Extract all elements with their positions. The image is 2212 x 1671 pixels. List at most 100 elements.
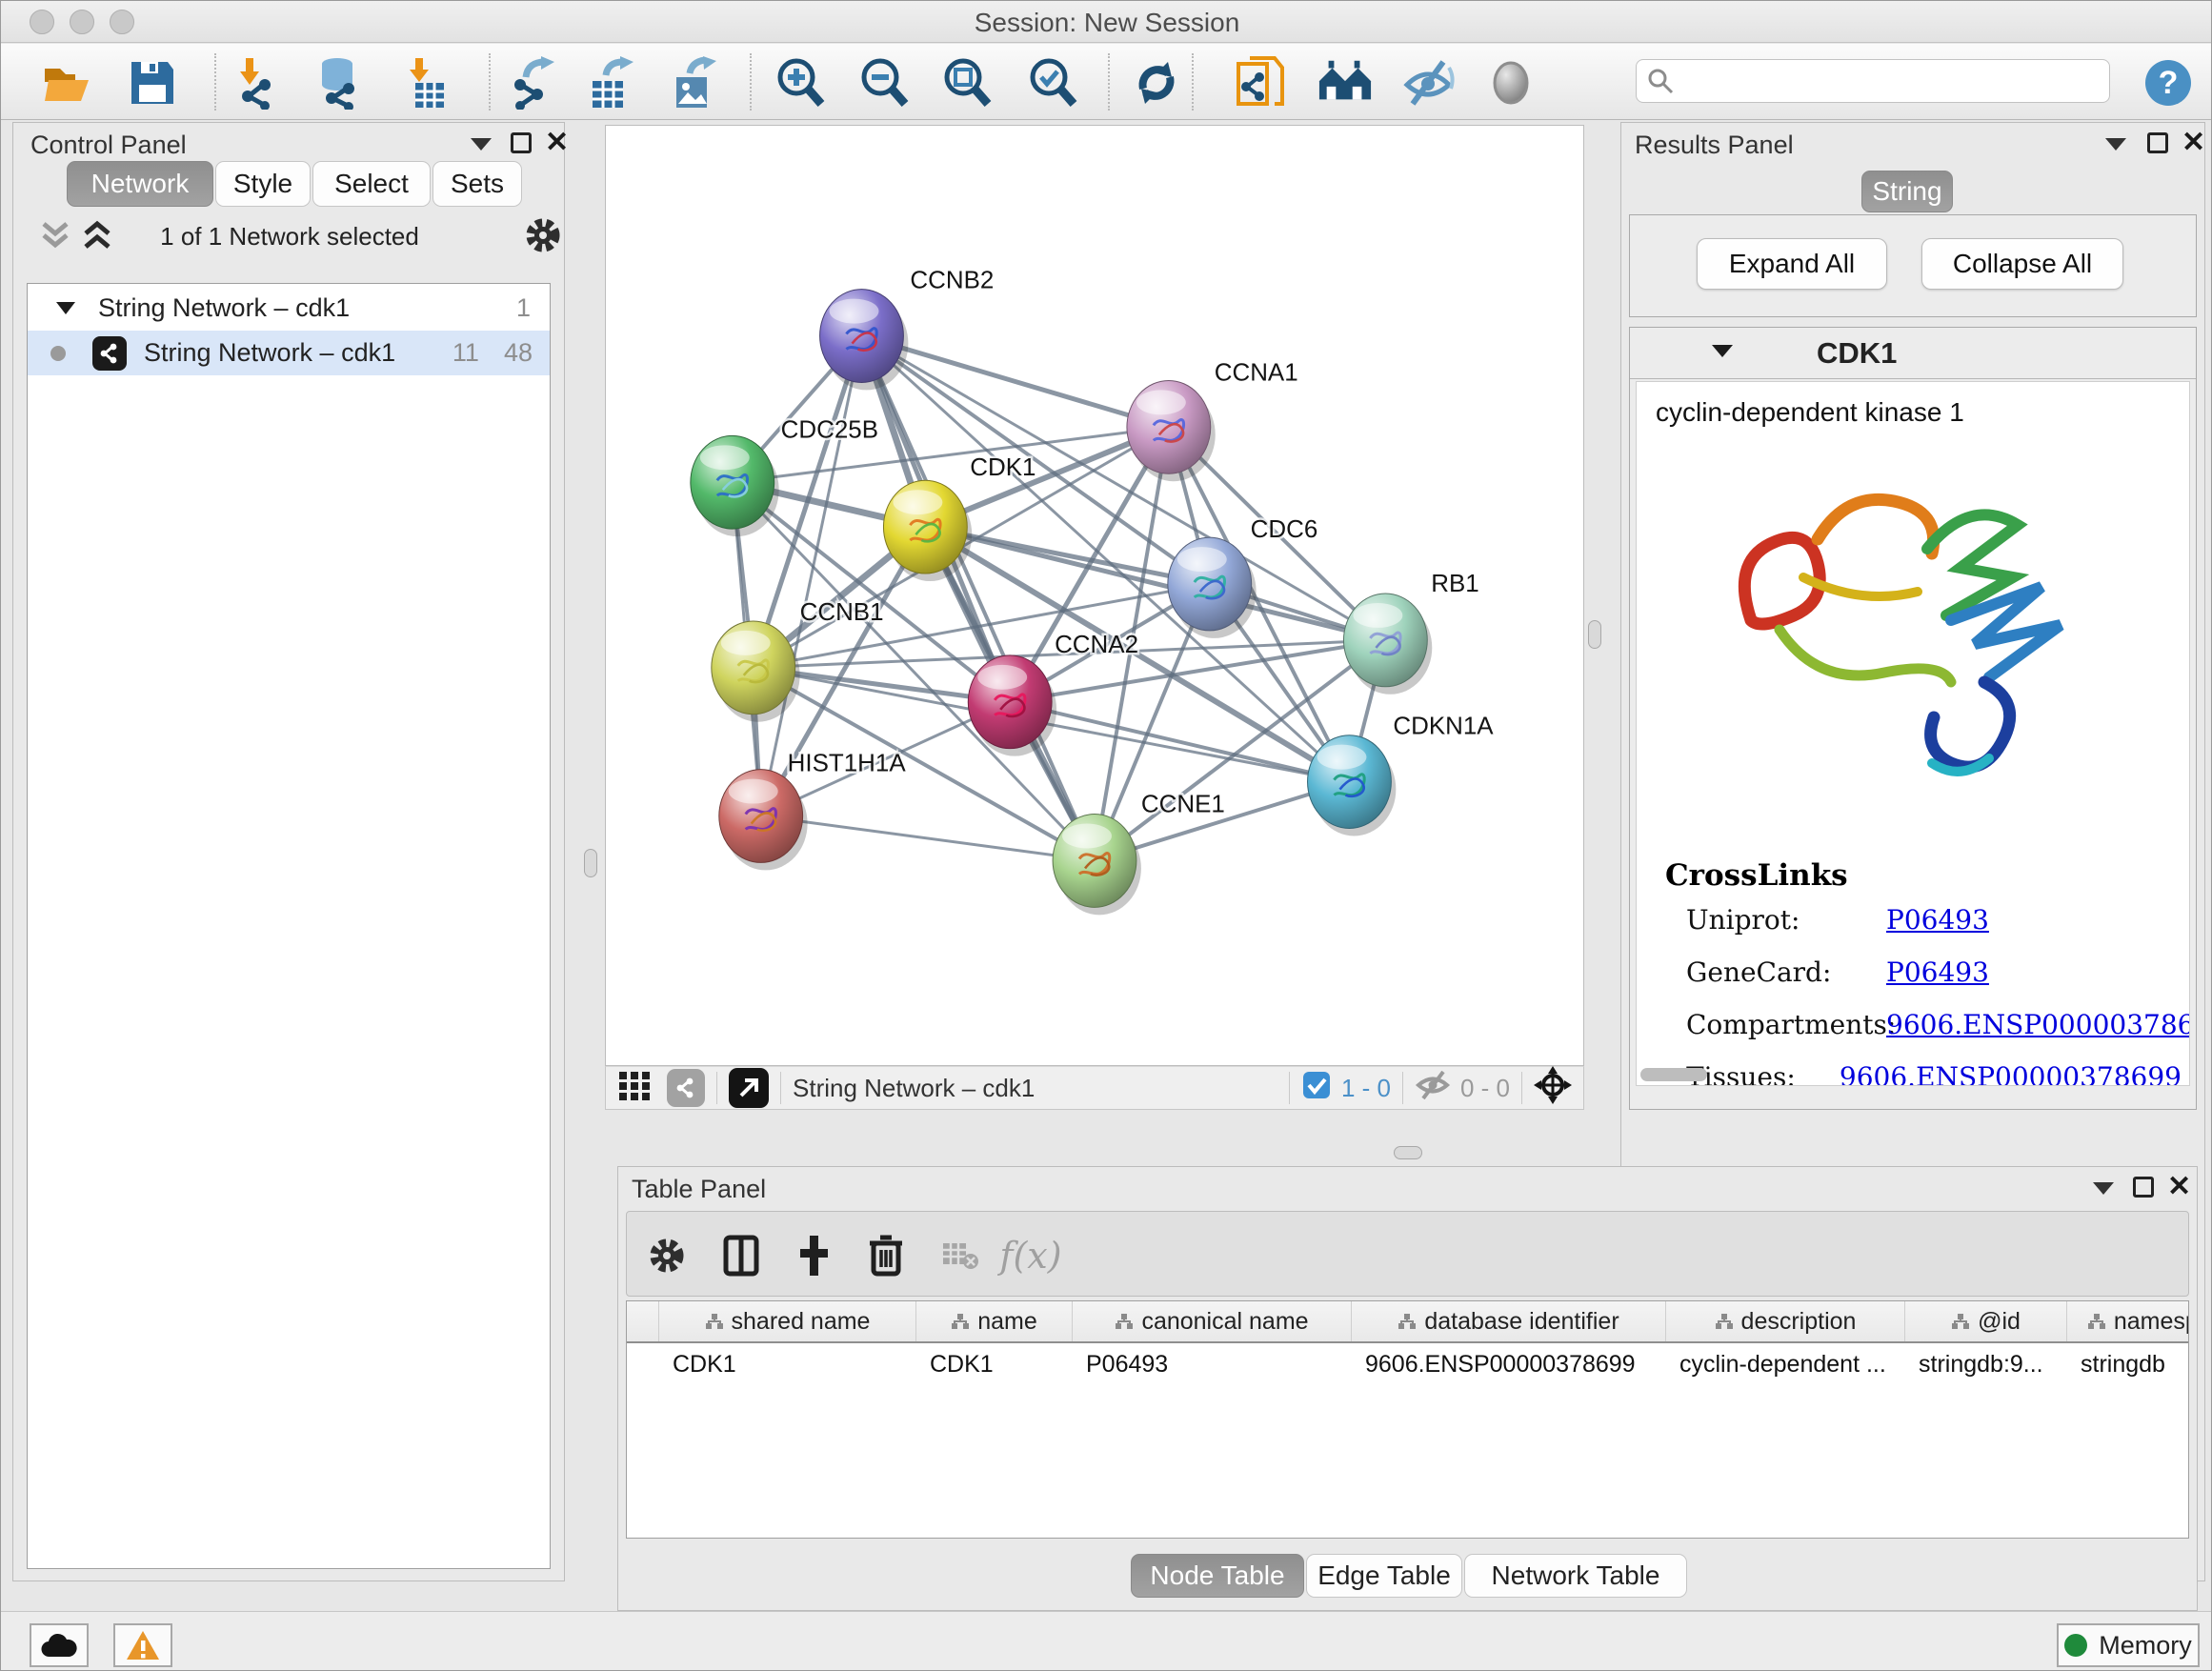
houses-icon[interactable] (1317, 55, 1373, 111)
column-header--id[interactable]: @id (1905, 1301, 2067, 1341)
tab-network[interactable]: Network (67, 161, 213, 207)
delete-column-trash-icon[interactable] (859, 1229, 913, 1282)
open-session-icon[interactable] (39, 55, 94, 111)
network-options-gear-icon[interactable] (522, 214, 564, 261)
panel-undock-icon[interactable] (2147, 132, 2168, 153)
save-session-icon[interactable] (125, 55, 180, 111)
network-collection-row[interactable]: String Network – cdk1 1 (28, 286, 550, 331)
crosslink-link[interactable]: P06493 (1886, 956, 1989, 988)
node-CDKN1A[interactable]: CDKN1A (1308, 714, 1495, 836)
detach-view-icon[interactable] (729, 1068, 769, 1108)
collection-expand-icon[interactable] (54, 293, 77, 323)
show-columns-icon[interactable] (714, 1229, 768, 1282)
crosslink-link[interactable]: 9606.ENSP00000378699 (1886, 1009, 2190, 1040)
create-column-icon[interactable] (787, 1229, 840, 1282)
grid-view-icon[interactable] (617, 1068, 652, 1109)
selected-checkbox-icon[interactable] (1301, 1070, 1332, 1107)
table-cell[interactable]: CDK1 (916, 1343, 1073, 1385)
column-header-description[interactable]: description (1666, 1301, 1905, 1341)
birdseye-crosshair-icon[interactable] (1534, 1066, 1572, 1111)
memory-button[interactable]: Memory (2057, 1623, 2200, 1667)
network-badge-icon[interactable] (667, 1069, 705, 1107)
import-table-icon[interactable] (399, 55, 454, 111)
edge-CCNB2-CCNE1[interactable] (861, 336, 1095, 861)
crosslink-link[interactable]: P06493 (1886, 904, 1989, 936)
panel-undock-icon[interactable] (2133, 1177, 2154, 1198)
panel-close-icon[interactable]: ✕ (2167, 1170, 2191, 1203)
search-input[interactable] (1682, 66, 2100, 97)
panel-float-icon[interactable] (2093, 1182, 2114, 1195)
network-from-selection-icon[interactable] (1234, 55, 1289, 111)
column-header-name[interactable]: name (916, 1301, 1073, 1341)
import-network-file-icon[interactable] (231, 55, 287, 111)
level-of-detail-sphere-icon[interactable] (1483, 55, 1538, 111)
table-cell[interactable]: stringdb (2067, 1343, 2189, 1385)
gene-section-header[interactable]: CDK1 (1630, 328, 2196, 379)
node-CCNA1[interactable]: CCNA1 (1127, 359, 1298, 481)
node-gloss (1136, 390, 1186, 414)
table-cell[interactable]: P06493 (1073, 1343, 1352, 1385)
panel-close-icon[interactable]: ✕ (2182, 126, 2205, 159)
table-cell[interactable]: CDK1 (659, 1343, 916, 1385)
node-HIST1H1A[interactable]: HIST1H1A (719, 751, 907, 871)
node-label-CCNA1: CCNA1 (1215, 359, 1298, 386)
network-canvas[interactable]: CCNB2CCNA1CDC25BCDK1CDC6RB1CCNB1CCNA2CDK… (605, 125, 1584, 1066)
refresh-icon[interactable] (1129, 55, 1184, 111)
results-tab-string[interactable]: String (1861, 171, 1953, 212)
delete-table-icon[interactable] (934, 1229, 987, 1282)
export-image-icon[interactable] (666, 55, 721, 111)
zoom-fit-icon[interactable] (939, 55, 995, 111)
gene-collapse-icon[interactable] (1710, 341, 1735, 365)
expand-all-button[interactable]: Expand All (1697, 238, 1887, 290)
tab-select[interactable]: Select (312, 161, 431, 207)
cloud-status-button[interactable] (30, 1623, 89, 1667)
hide-graphics-eye-icon[interactable] (1401, 55, 1457, 111)
export-network-icon[interactable] (506, 55, 561, 111)
crosslink-link[interactable]: 9606.ENSP00000378699 (1840, 1061, 2182, 1086)
table-cell[interactable]: cyclin-dependent ... (1666, 1343, 1905, 1385)
table-cell[interactable]: stringdb:9... (1905, 1343, 2067, 1385)
network-row[interactable]: String Network – cdk1 11 48 (28, 331, 550, 375)
panel-close-icon[interactable]: ✕ (545, 126, 569, 159)
tab-edge-table[interactable]: Edge Table (1306, 1554, 1462, 1598)
left-splitter-handle[interactable] (584, 849, 597, 877)
help-icon[interactable]: ? (2141, 55, 2196, 111)
memory-label: Memory (2099, 1631, 2192, 1661)
edge-CCNA2-CDKN1A[interactable] (1010, 702, 1349, 782)
table-row[interactable]: CDK1CDK1P064939606.ENSP00000378699cyclin… (627, 1343, 2188, 1385)
edge-HIST1H1A-CCNE1[interactable] (761, 816, 1095, 861)
node-table[interactable]: shared namenamecanonical namedatabase id… (626, 1300, 2189, 1539)
tab-style[interactable]: Style (215, 161, 311, 207)
column-header-canonical-name[interactable]: canonical name (1073, 1301, 1352, 1341)
results-hscroll-thumb[interactable] (1640, 1068, 1707, 1081)
node-CCNE1[interactable]: CCNE1 (1053, 792, 1225, 916)
table-cell[interactable]: 9606.ENSP00000378699 (1352, 1343, 1666, 1385)
tab-node-table[interactable]: Node Table (1131, 1554, 1304, 1598)
import-network-database-icon[interactable] (312, 55, 367, 111)
tab-network-table[interactable]: Network Table (1464, 1554, 1687, 1598)
column-header-shared-name[interactable]: shared name (659, 1301, 916, 1341)
node-CCNB1[interactable]: CCNB1 (712, 599, 884, 722)
node-CCNB2[interactable]: CCNB2 (820, 268, 995, 391)
warning-status-button[interactable] (113, 1623, 172, 1667)
table-mode-gear-icon[interactable] (640, 1229, 694, 1282)
string-network-graph[interactable]: CCNB2CCNA1CDC25BCDK1CDC6RB1CCNB1CCNA2CDK… (606, 126, 1583, 1065)
panel-undock-icon[interactable] (511, 132, 532, 153)
right-splitter-handle[interactable] (1588, 620, 1601, 649)
hidden-eye-slash-icon[interactable] (1415, 1071, 1451, 1106)
bottom-splitter-handle[interactable] (1394, 1146, 1422, 1159)
export-table-icon[interactable] (584, 55, 639, 111)
node-RB1[interactable]: RB1 (1343, 571, 1478, 695)
column-header-database-identifier[interactable]: database identifier (1352, 1301, 1666, 1341)
network-selected-status: 1 of 1 Network selected (13, 222, 566, 252)
zoom-selected-icon[interactable] (1025, 55, 1080, 111)
panel-float-icon[interactable] (2105, 138, 2126, 151)
function-builder-icon[interactable]: f(x) (1004, 1229, 1057, 1282)
panel-float-icon[interactable] (471, 138, 492, 151)
collapse-all-button[interactable]: Collapse All (1921, 238, 2123, 290)
zoom-out-icon[interactable] (856, 55, 912, 111)
edge-CCNB2-HIST1H1A[interactable] (761, 336, 862, 816)
column-header-namespace[interactable]: namespace (2067, 1301, 2189, 1341)
tab-sets[interactable]: Sets (432, 161, 522, 207)
zoom-in-icon[interactable] (773, 55, 828, 111)
